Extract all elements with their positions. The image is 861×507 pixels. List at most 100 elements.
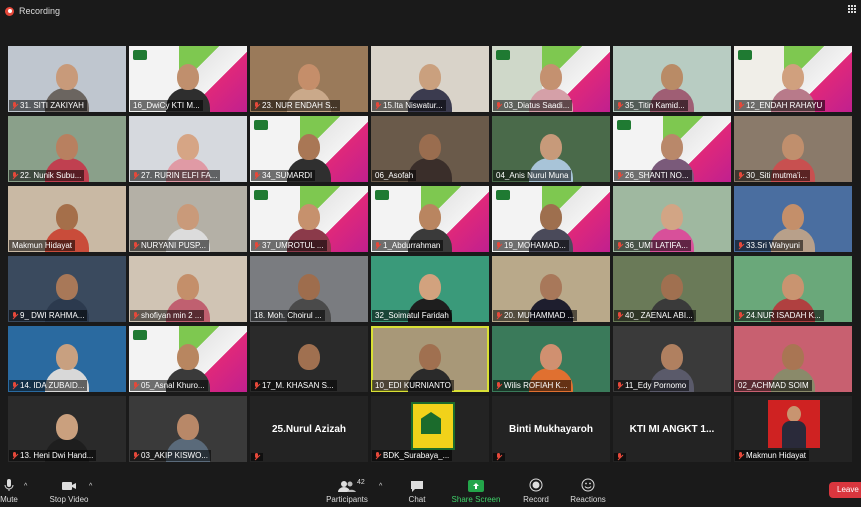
video-tile[interactable]: 40_ ZAENAL ABI... bbox=[613, 256, 731, 322]
video-tile[interactable]: 31. SITI ZAKIYAH bbox=[8, 46, 126, 112]
participants-label: Participants bbox=[326, 495, 368, 504]
participant-name: 26_SHANTI NO... bbox=[625, 171, 689, 180]
organization-logo-icon bbox=[738, 50, 752, 60]
muted-microphone-icon bbox=[375, 241, 381, 250]
video-tile[interactable]: 37_UMROTUL ... bbox=[250, 186, 368, 252]
video-tile[interactable]: 1_Abdurrahman bbox=[371, 186, 489, 252]
muted-microphone-icon bbox=[254, 381, 260, 390]
video-tile[interactable]: Makmun Hidayat bbox=[734, 396, 852, 462]
participant-name-tag: 15.Ita Niswatur... bbox=[372, 100, 446, 111]
video-tile[interactable]: 05_Asnal Khuro... bbox=[129, 326, 247, 392]
video-tile[interactable]: Wilis ROFIAH K... bbox=[492, 326, 610, 392]
participant-name-tag: 10_EDI KURNIANTO bbox=[372, 380, 454, 391]
video-tile[interactable]: 9_ DWI RAHMA... bbox=[8, 256, 126, 322]
video-tile[interactable]: 14. IDA ZUBAID... bbox=[8, 326, 126, 392]
participant-name-tag: 23. NUR ENDAH S... bbox=[251, 100, 341, 111]
video-tile[interactable]: 13. Heni Dwi Hand... bbox=[8, 396, 126, 462]
video-tile[interactable]: 11_Edy Pornomo bbox=[613, 326, 731, 392]
organization-logo-icon bbox=[496, 190, 510, 200]
participant-name: 13. Heni Dwi Hand... bbox=[20, 451, 94, 460]
mute-button[interactable]: Mute bbox=[0, 478, 24, 504]
video-tile[interactable]: 32_Soimatul Faridah bbox=[371, 256, 489, 322]
video-tile[interactable]: 18. Moh. Choirul ... bbox=[250, 256, 368, 322]
video-tile[interactable]: 34_SUMARDI bbox=[250, 116, 368, 182]
participant-name-tag: 34_SUMARDI bbox=[251, 170, 316, 181]
participant-name-tag: 37_UMROTUL ... bbox=[251, 240, 327, 251]
muted-microphone-icon bbox=[738, 171, 744, 180]
video-tile[interactable]: Makmun Hidayat bbox=[8, 186, 126, 252]
video-tile[interactable]: 33.Sri Wahyuni bbox=[734, 186, 852, 252]
video-tile[interactable]: 03_AKIP KISWO... bbox=[129, 396, 247, 462]
participant-name: 24.NUR ISADAH K... bbox=[746, 311, 821, 320]
video-tile[interactable]: 23. NUR ENDAH S... bbox=[250, 46, 368, 112]
video-tile[interactable]: 16_DwiCy KTI M... bbox=[129, 46, 247, 112]
muted-microphone-icon bbox=[738, 241, 744, 250]
video-tile[interactable]: 04_Anis Nurul Muna bbox=[492, 116, 610, 182]
participant-name-tag: 22. Nunik Subu... bbox=[9, 170, 85, 181]
video-tile[interactable]: KTI MI ANGKT 1... bbox=[613, 396, 731, 462]
recording-indicator[interactable]: Recording bbox=[5, 6, 60, 16]
video-tile[interactable]: 17_M. KHASAN S... bbox=[250, 326, 368, 392]
organization-logo-icon bbox=[254, 120, 268, 130]
participant-name: 33.Sri Wahyuni bbox=[746, 241, 800, 250]
participant-name-tag: 14. IDA ZUBAID... bbox=[9, 380, 88, 391]
video-tile[interactable]: 35_Titin Kamid... bbox=[613, 46, 731, 112]
video-tile[interactable]: 03_Diatus Saadi... bbox=[492, 46, 610, 112]
video-tile[interactable]: 02_ACHMAD SOIM bbox=[734, 326, 852, 392]
stop-video-button[interactable]: Stop Video bbox=[44, 480, 94, 504]
mute-options-caret[interactable]: ^ bbox=[24, 483, 27, 490]
video-tile[interactable]: NURYANI PUSP... bbox=[129, 186, 247, 252]
participant-name: 12_ENDAH RAHAYU bbox=[746, 101, 823, 110]
muted-microphone-icon bbox=[496, 453, 502, 461]
smiley-icon bbox=[581, 478, 595, 492]
participant-name: 35_Titin Kamid... bbox=[625, 101, 685, 110]
muted-microphone-icon bbox=[375, 101, 381, 110]
video-tile[interactable]: 19_MOHAMAD... bbox=[492, 186, 610, 252]
participant-name-tag: 13. Heni Dwi Hand... bbox=[9, 450, 97, 461]
participants-options-caret[interactable]: ^ bbox=[379, 483, 382, 490]
share-screen-button[interactable]: Share Screen bbox=[450, 480, 502, 504]
participants-count: 42 bbox=[357, 479, 365, 486]
chat-button[interactable]: Chat bbox=[402, 480, 432, 504]
participant-name-tag: 02_ACHMAD SOIM bbox=[735, 380, 812, 391]
participant-name: 03_AKIP KISWO... bbox=[141, 451, 208, 460]
participant-name: 30_Siti mutma'i... bbox=[746, 171, 808, 180]
muted-microphone-icon bbox=[133, 241, 139, 250]
video-tile[interactable]: Binti Mukhayaroh bbox=[492, 396, 610, 462]
view-button[interactable] bbox=[848, 5, 857, 14]
video-tile[interactable]: 06_Asofah bbox=[371, 116, 489, 182]
video-tile[interactable]: 30_Siti mutma'i... bbox=[734, 116, 852, 182]
video-tile[interactable]: 24.NUR ISADAH K... bbox=[734, 256, 852, 322]
participant-name: BDK_Surabaya_... bbox=[383, 451, 450, 460]
video-tile[interactable]: 36_UMI LATIFA... bbox=[613, 186, 731, 252]
participant-name-tag: Makmun Hidayat bbox=[9, 240, 76, 251]
leave-button[interactable]: Leave bbox=[829, 482, 861, 498]
video-tile[interactable]: 22. Nunik Subu... bbox=[8, 116, 126, 182]
participant-name-tag: Wilis ROFIAH K... bbox=[493, 380, 571, 391]
video-tile[interactable]: 10_EDI KURNIANTO bbox=[371, 326, 489, 392]
video-tile[interactable]: 12_ENDAH RAHAYU bbox=[734, 46, 852, 112]
video-tile[interactable]: 27. RURIN ELFI FA... bbox=[129, 116, 247, 182]
participant-name-tag bbox=[614, 453, 626, 461]
record-dot-icon bbox=[5, 6, 14, 16]
muted-microphone-icon bbox=[617, 453, 623, 461]
participant-name-tag: 26_SHANTI NO... bbox=[614, 170, 692, 181]
video-tile[interactable]: 20. MUHAMMAD ... bbox=[492, 256, 610, 322]
video-tile[interactable]: 26_SHANTI NO... bbox=[613, 116, 731, 182]
reactions-button[interactable]: Reactions bbox=[568, 478, 608, 504]
participant-name-tag: Makmun Hidayat bbox=[735, 450, 810, 461]
video-options-caret[interactable]: ^ bbox=[89, 483, 92, 490]
muted-microphone-icon bbox=[254, 101, 260, 110]
participant-name: 36_UMI LATIFA... bbox=[625, 241, 688, 250]
participant-name: 9_ DWI RAHMA... bbox=[20, 311, 85, 320]
organization-logo-icon bbox=[133, 330, 147, 340]
muted-microphone-icon bbox=[12, 101, 18, 110]
record-button[interactable]: Record bbox=[518, 478, 554, 504]
video-tile[interactable]: 15.Ita Niswatur... bbox=[371, 46, 489, 112]
participant-name-tag: 30_Siti mutma'i... bbox=[735, 170, 811, 181]
muted-microphone-icon bbox=[12, 381, 18, 390]
video-tile[interactable]: 25.Nurul Azizah bbox=[250, 396, 368, 462]
participant-name-tag: 36_UMI LATIFA... bbox=[614, 240, 691, 251]
video-tile[interactable]: BDK_Surabaya_... bbox=[371, 396, 489, 462]
video-tile[interactable]: shofiyan min 2 ... bbox=[129, 256, 247, 322]
